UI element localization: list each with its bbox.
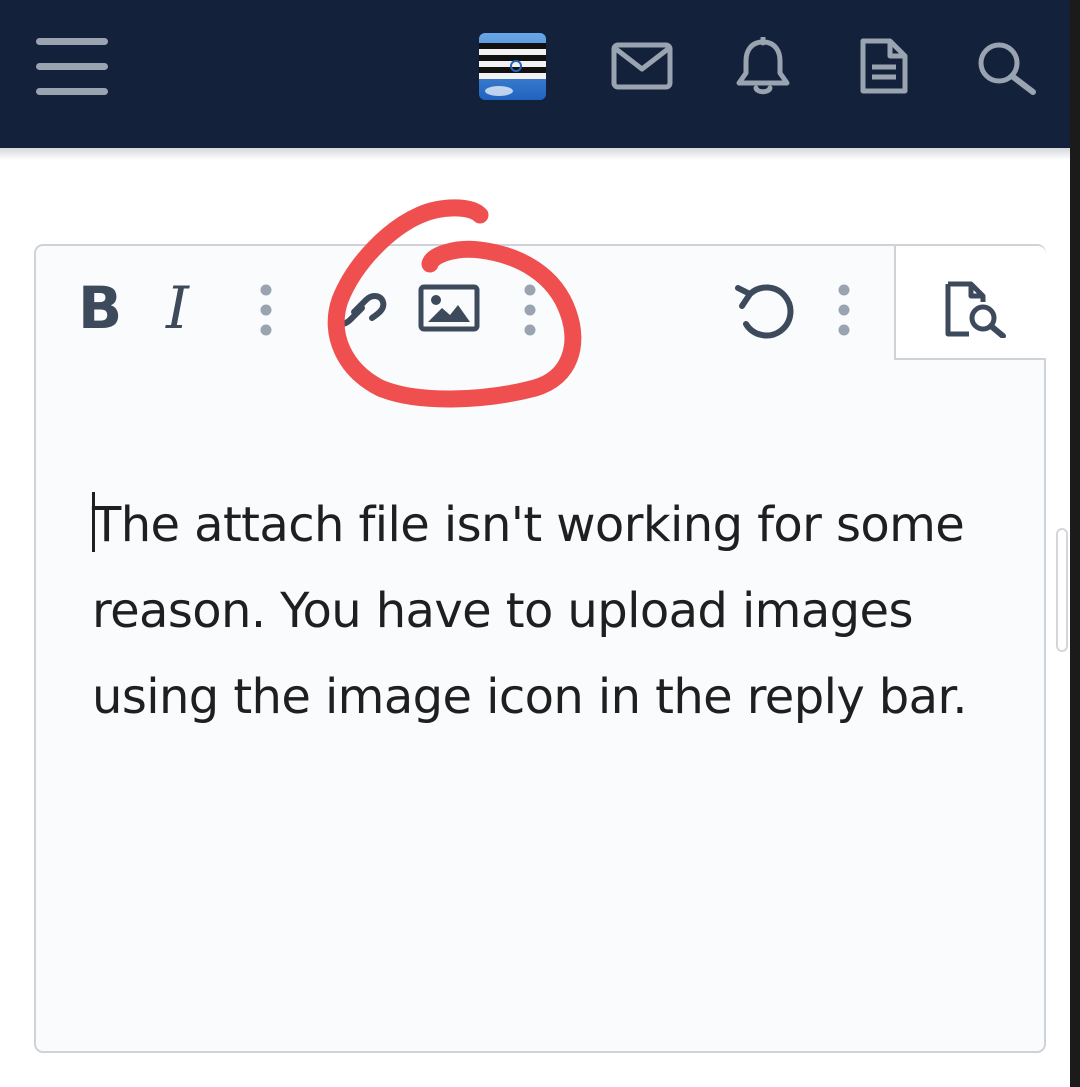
insert-image-icon[interactable] (418, 284, 480, 332)
hamburger-menu-icon[interactable] (36, 36, 110, 98)
editor-text-content[interactable]: The attach file isn't working for some r… (92, 482, 1012, 740)
alerts-bell-icon[interactable] (735, 37, 791, 97)
top-navigation-bar (0, 0, 1070, 148)
reply-editor: B I The attach file isn't working for so… (34, 244, 1046, 1053)
scrollbar-thumb[interactable] (1056, 528, 1068, 652)
link-icon[interactable] (328, 282, 388, 338)
user-avatar[interactable] (479, 33, 546, 100)
more-insert-options-icon[interactable] (520, 282, 540, 338)
preview-button[interactable] (894, 246, 1046, 360)
editor-toolbar: B I (36, 246, 894, 360)
more-text-options-icon[interactable] (256, 282, 276, 338)
search-icon[interactable] (975, 40, 1041, 96)
italic-button[interactable]: I (166, 276, 189, 340)
undo-icon[interactable] (732, 280, 796, 340)
bold-button[interactable]: B (78, 276, 122, 340)
screen-edge (1070, 0, 1080, 1087)
inbox-envelope-icon[interactable] (611, 42, 673, 90)
whats-new-document-icon[interactable] (858, 36, 910, 96)
more-options-icon[interactable] (834, 282, 854, 338)
header-shadow (0, 148, 1070, 160)
